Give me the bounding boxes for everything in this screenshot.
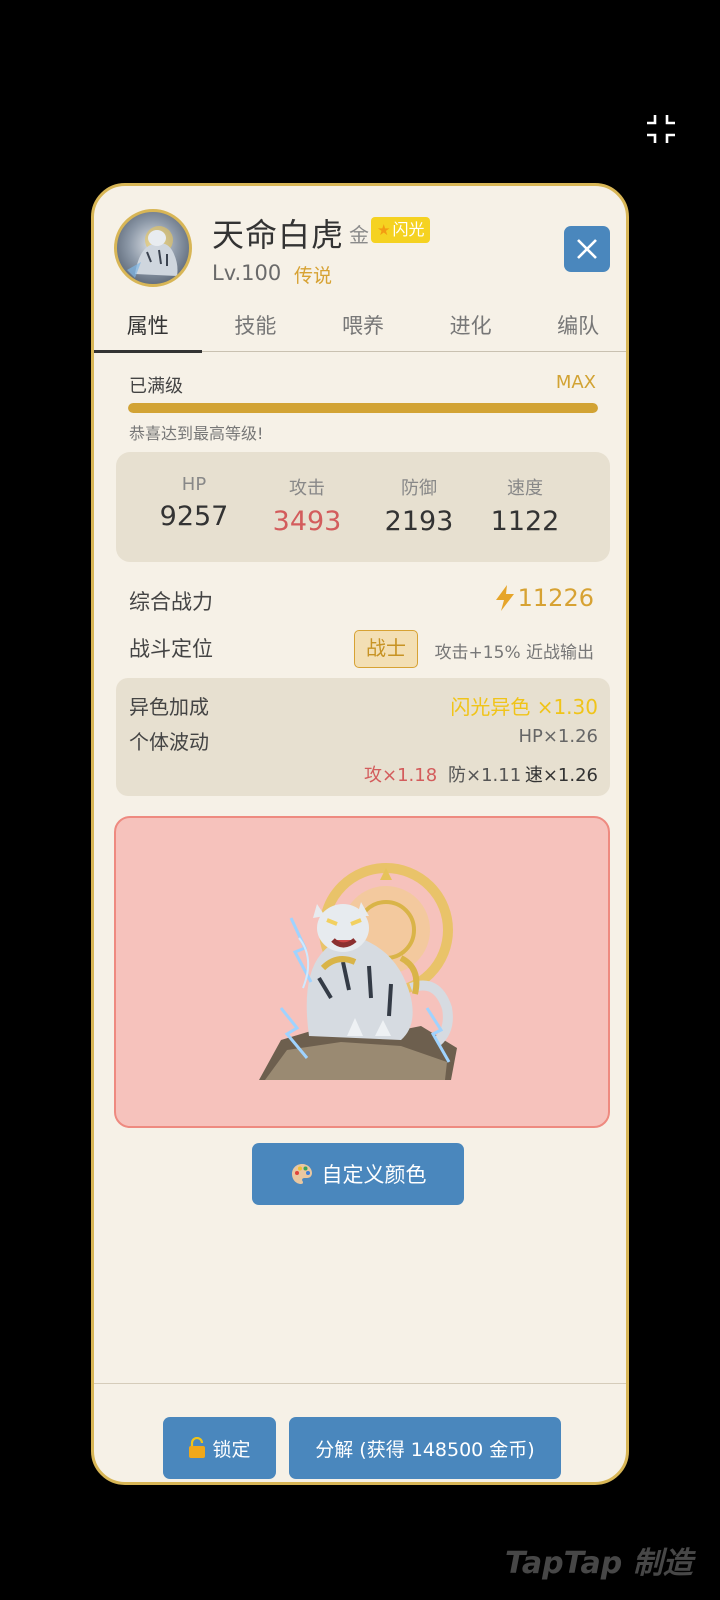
- attack-multiplier: 攻×1.18: [364, 765, 438, 786]
- stat-attack: 攻击 3493: [257, 474, 357, 537]
- level-progress-fill: [128, 403, 598, 413]
- tab-skills[interactable]: 技能: [202, 304, 310, 351]
- tab-team[interactable]: 编队: [524, 304, 626, 351]
- pet-avatar: [114, 209, 192, 287]
- stat-hp: HP 9257: [144, 474, 244, 532]
- power-value-group: 11226: [494, 584, 594, 612]
- taptap-watermark: TapTap 制造: [505, 1546, 693, 1581]
- pet-grade: 金: [349, 223, 369, 247]
- variant-bonus-label: 异色加成: [129, 695, 209, 719]
- pet-name: 天命白虎: [212, 216, 345, 254]
- stat-value: 1122: [490, 506, 560, 537]
- bonus-panel: 异色加成 闪光异色 ×1.30 个体波动 HP×1.26 攻×1.18 防×1.…: [116, 678, 610, 796]
- collapse-fullscreen-icon[interactable]: [644, 112, 678, 146]
- stat-value: 9257: [159, 501, 229, 532]
- max-tag: MAX: [555, 372, 596, 393]
- star-icon: ★: [377, 221, 391, 239]
- level-status-label: 已满级: [129, 376, 183, 397]
- stat-defense: 防御 2193: [369, 474, 469, 537]
- role-badge: 战士: [354, 630, 418, 668]
- pet-level: Lv.100: [212, 261, 282, 285]
- tab-evolve[interactable]: 进化: [417, 304, 525, 351]
- shiny-label: 闪光: [392, 220, 425, 239]
- lock-button[interactable]: 锁定: [163, 1417, 276, 1479]
- defense-multiplier: 防×1.11: [448, 765, 522, 786]
- white-tiger-artwork: [259, 863, 457, 1080]
- level-message: 恭喜达到最高等级!: [129, 424, 264, 443]
- stats-panel: HP 9257 攻击 3493 防御 2193 速度 1122: [116, 452, 610, 562]
- variant-bonus-value: 闪光异色 ×1.30: [450, 695, 598, 719]
- role-label: 战斗定位: [129, 637, 213, 661]
- level-progress-bar: [128, 403, 598, 413]
- close-button[interactable]: [564, 226, 610, 272]
- pet-rarity: 传说: [294, 265, 333, 287]
- footer-divider: [94, 1383, 626, 1384]
- stat-label: 防御: [401, 478, 437, 499]
- stat-label: HP: [181, 474, 207, 495]
- tab-bar: 属性 技能 喂养 进化 编队: [94, 304, 626, 353]
- pet-preview-area: [114, 816, 610, 1128]
- hp-multiplier: HP×1.26: [518, 726, 598, 747]
- tab-attributes[interactable]: 属性: [94, 304, 202, 353]
- tiger-avatar-icon: [127, 226, 178, 278]
- stat-label: 速度: [507, 478, 543, 499]
- stat-speed: 速度 1122: [475, 474, 575, 537]
- custom-color-button[interactable]: 自定义颜色: [252, 1143, 464, 1205]
- decompose-button[interactable]: 分解 (获得 148500 金币): [289, 1417, 561, 1479]
- stat-value: 2193: [384, 506, 454, 537]
- shiny-badge: ★ 闪光: [371, 217, 431, 243]
- lightning-icon: [495, 585, 514, 611]
- stat-value: 3493: [272, 506, 342, 537]
- palette-icon: [291, 1164, 312, 1184]
- pet-detail-panel: 天命白虎 金 ★ 闪光 Lv.100 传说 属性 技能 喂养 进化 编队 已满级…: [91, 183, 629, 1485]
- tab-feed[interactable]: 喂养: [309, 304, 417, 351]
- power-value: 11226: [517, 584, 594, 612]
- stat-label: 攻击: [289, 478, 325, 499]
- individual-variance-label: 个体波动: [129, 730, 209, 754]
- role-description: 攻击+15% 近战输出: [434, 643, 594, 663]
- lock-icon: [189, 1437, 206, 1458]
- power-label: 综合战力: [129, 590, 213, 614]
- close-icon: [577, 239, 597, 259]
- speed-multiplier: 速×1.26: [524, 765, 598, 786]
- custom-color-label: 自定义颜色: [321, 1163, 427, 1187]
- lock-label: 锁定: [212, 1438, 251, 1461]
